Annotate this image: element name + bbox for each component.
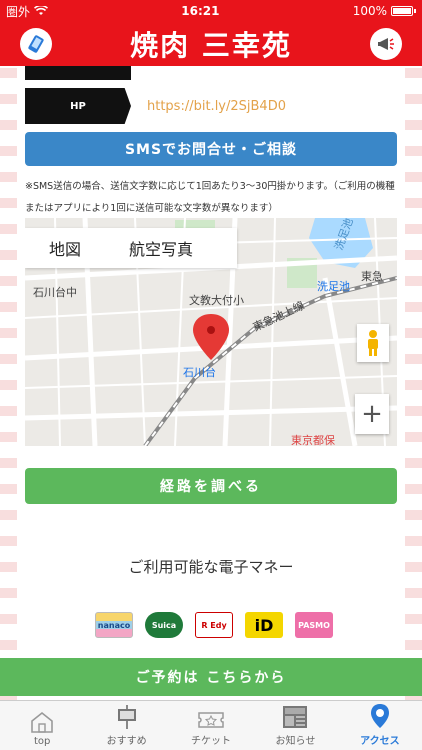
tab-ticket[interactable]: チケット <box>169 701 253 750</box>
status-bar: 圏外 16:21 100% <box>0 0 422 22</box>
tab-recommend[interactable]: おすすめ <box>84 701 168 750</box>
sms-note: ※SMS送信の場合、送信文字数に応じて1回あたり3〜30円掛かります。（ご利用の… <box>25 181 395 214</box>
carrier-label: 圏外 <box>6 4 31 19</box>
hp-tag: HP <box>25 88 131 124</box>
news-icon <box>283 706 308 728</box>
hp-link[interactable]: https://bit.ly/2SjB4D0 <box>147 99 286 114</box>
tab-access[interactable]: アクセス <box>338 701 422 750</box>
emoney-title: ご利用可能な電子マネー <box>128 558 294 576</box>
battery-percent: 100% <box>352 4 387 18</box>
access-panel: HP https://bit.ly/2SjB4D0 SMSでお問合せ・ご相談 ※… <box>17 66 405 700</box>
route-search-button[interactable]: 経路を調べる <box>25 468 397 504</box>
map-type-tabs: 地図 航空写真 <box>25 228 237 268</box>
battery-icon <box>391 6 413 16</box>
home-icon <box>31 711 54 733</box>
shop-title: 焼肉 三幸苑 <box>130 29 292 62</box>
id-logo: iD <box>245 612 283 638</box>
map-label-ishikawadai-chu: 石川台中 <box>33 286 77 299</box>
map-view[interactable]: 地図 航空写真 洗足池 洗足池 東急 石川台中 文教大付小 東急池上線 石川台 … <box>25 218 397 446</box>
nanaco-logo: nanaco <box>95 612 133 638</box>
map-label-tokyu: 東急 <box>361 270 383 283</box>
phone-button[interactable] <box>20 28 52 60</box>
sms-inquiry-button[interactable]: SMSでお問合せ・ご相談 <box>25 132 397 166</box>
location-pin-icon <box>370 704 389 728</box>
megaphone-button[interactable] <box>370 28 402 60</box>
hp-row: HP https://bit.ly/2SjB4D0 <box>25 88 286 124</box>
tab-map[interactable]: 地図 <box>25 236 105 260</box>
phone-icon <box>28 35 44 53</box>
tab-label: チケット <box>191 736 232 747</box>
ticket-icon <box>198 712 224 728</box>
suica-logo: Suica <box>145 612 183 638</box>
map-label-bunkyo: 文教大付小 <box>189 294 244 307</box>
tab-label: top <box>34 736 51 747</box>
tab-news[interactable]: お知らせ <box>253 701 337 750</box>
tab-label: おすすめ <box>106 736 147 747</box>
redacted-bar <box>25 66 131 80</box>
signboard-icon <box>117 705 136 729</box>
pegman-icon <box>368 330 378 356</box>
map-label-senzokuike-station: 洗足池 <box>317 280 350 293</box>
emoney-cards: nanaco Suica R Edy iD PASMO <box>95 612 333 638</box>
zoom-in-button[interactable]: + <box>355 394 389 434</box>
bottom-tab-bar: top おすすめ チケット お知らせ アクセス <box>0 700 422 750</box>
app-header: 焼肉 三幸苑 <box>0 22 422 66</box>
tab-top[interactable]: top <box>0 701 84 750</box>
map-label-tokyo-toritsu: 東京都保 <box>291 434 335 446</box>
clock: 16:21 <box>181 4 220 18</box>
map-label-ishikawadai-station: 石川台 <box>183 366 216 379</box>
megaphone-icon <box>378 38 394 50</box>
tab-satellite[interactable]: 航空写真 <box>105 236 217 260</box>
pasmo-logo: PASMO <box>295 612 333 638</box>
street-view-button[interactable] <box>357 324 389 362</box>
reservation-button[interactable]: ご予約は こちらから <box>0 658 422 696</box>
edy-logo: R Edy <box>195 612 233 638</box>
tab-label: お知らせ <box>275 736 316 747</box>
tab-label: アクセス <box>360 736 400 747</box>
wifi-icon <box>34 6 49 15</box>
